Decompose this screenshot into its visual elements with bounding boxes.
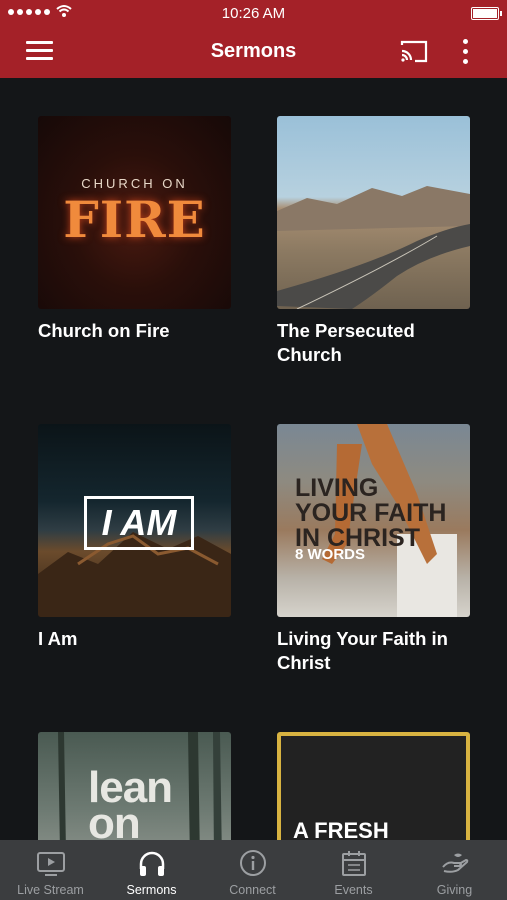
thumbnail-text: I AM: [101, 502, 177, 543]
thumbnail-text: FIRE: [63, 190, 206, 249]
tab-label: Live Stream: [17, 883, 84, 897]
sermon-title[interactable]: Living Your Faith in Christ: [277, 627, 467, 675]
navigation-bar: Sermons: [0, 26, 507, 78]
tab-label: Events: [334, 883, 373, 897]
sermon-card-lean-on[interactable]: lean on: [38, 732, 231, 840]
tab-label: Sermons: [126, 883, 177, 897]
sermon-thumbnail[interactable]: lean on: [38, 732, 231, 840]
thumbnail-text: A FRESH START: [293, 818, 389, 840]
app-header: 10:26 AM Sermons: [0, 0, 507, 78]
page-title: Sermons: [210, 40, 297, 62]
info-icon: [240, 850, 266, 876]
sermon-title[interactable]: I Am: [38, 627, 228, 651]
calendar-icon: [342, 851, 366, 876]
more-options-icon[interactable]: [463, 39, 471, 69]
thumbnail-text: lean on: [88, 763, 173, 841]
sermon-thumbnail[interactable]: [277, 116, 470, 309]
giving-hand-icon: [442, 853, 469, 873]
tab-connect[interactable]: Connect: [202, 840, 303, 900]
sermon-card-church-on-fire[interactable]: CHURCH ON FIRE Church on Fire: [38, 116, 231, 343]
headphones-icon: [139, 851, 165, 876]
cast-icon[interactable]: [399, 39, 429, 64]
tab-live-stream[interactable]: Live Stream: [0, 840, 101, 900]
sermon-thumbnail[interactable]: I AM: [38, 424, 231, 617]
sermon-title[interactable]: Church on Fire: [38, 319, 228, 343]
battery-icon: [471, 7, 502, 20]
tab-giving[interactable]: Giving: [404, 840, 505, 900]
sermon-card-living-your-faith[interactable]: LIVING YOUR FAITH IN CHRIST 8 WORDS Living…: [277, 424, 470, 675]
status-bar: 10:26 AM: [0, 0, 507, 26]
sermon-grid: CHURCH ON FIRE Church on Fire The Persec…: [0, 78, 507, 840]
tab-label: Giving: [436, 883, 473, 897]
sermon-card-persecuted-church[interactable]: The Persecuted Church: [277, 116, 470, 367]
sermon-card-fresh-start[interactable]: A FRESH START: [277, 732, 470, 840]
thumbnail-subtext: 8 WORDS: [295, 546, 366, 563]
tab-events[interactable]: Events: [303, 840, 404, 900]
sermon-card-i-am[interactable]: I AM I Am: [38, 424, 231, 651]
sermon-title[interactable]: The Persecuted Church: [277, 319, 467, 367]
thumbnail-text: LIVING YOUR FAITH IN CHRIST: [295, 474, 447, 552]
tab-sermons[interactable]: Sermons: [101, 840, 202, 900]
sermon-thumbnail[interactable]: LIVING YOUR FAITH IN CHRIST 8 WORDS: [277, 424, 470, 617]
sermon-thumbnail[interactable]: CHURCH ON FIRE: [38, 116, 231, 309]
thumbnail-text: CHURCH ON: [81, 176, 188, 191]
sermon-thumbnail[interactable]: A FRESH START: [277, 732, 470, 840]
tab-label: Connect: [229, 883, 276, 897]
tab-bar: Live Stream Sermons Connect Events Givin…: [0, 840, 507, 900]
tv-icon: [37, 852, 65, 876]
status-time: 10:26 AM: [221, 5, 286, 22]
